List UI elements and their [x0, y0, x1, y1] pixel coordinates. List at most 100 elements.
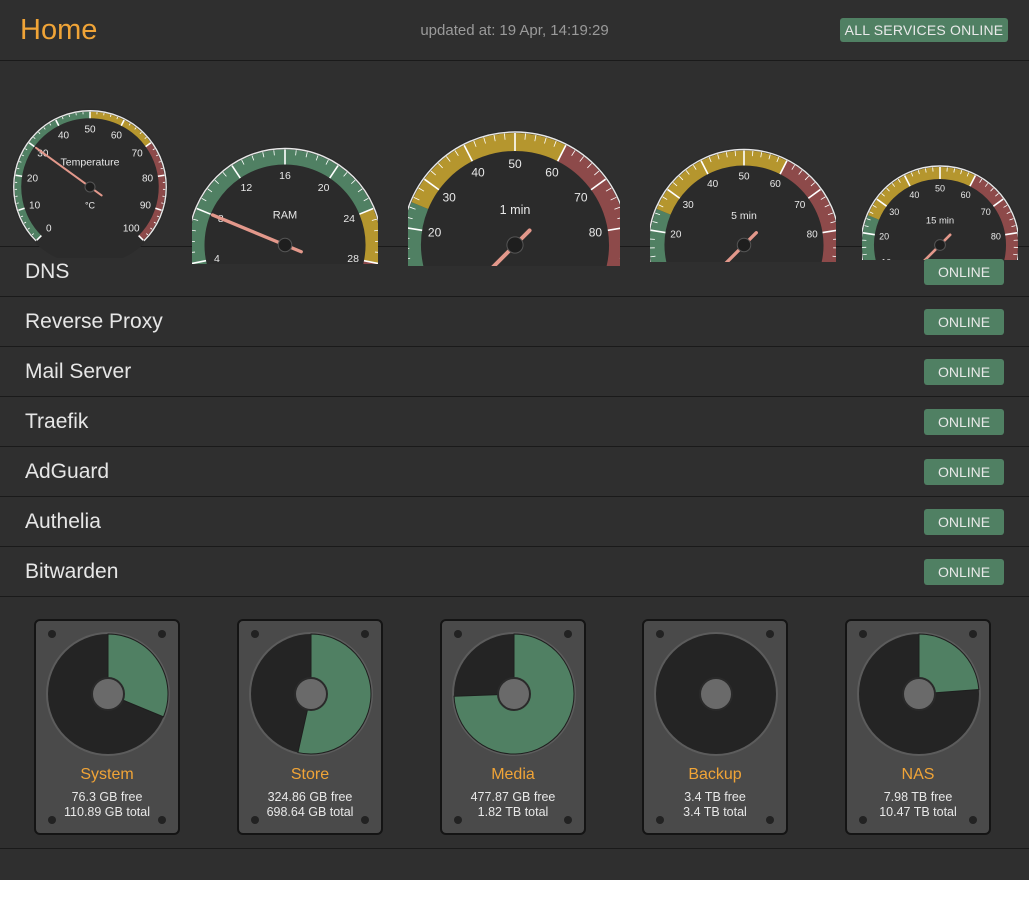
- gauge-panel: 0102030405060708090100Temperature°C 0481…: [0, 61, 1029, 266]
- status-badge: ONLINE: [924, 259, 1004, 285]
- status-badge: ONLINE: [924, 309, 1004, 335]
- disk-name: Store: [290, 766, 330, 783]
- gauge-tick-label: 80: [991, 231, 1001, 241]
- disk-name: NAS: [901, 766, 935, 783]
- service-list: DNS ONLINE Reverse Proxy ONLINE Mail Ser…: [0, 247, 1029, 597]
- gauge-tick-label: 0: [46, 224, 52, 235]
- gauge-tick-label: 70: [981, 207, 991, 217]
- disk-panel: System 76.3 GB free 110.89 GB total Stor…: [0, 598, 1029, 849]
- gauge-label: Temperature: [61, 156, 120, 168]
- screw-icon: [251, 630, 259, 638]
- gauge-label: 1 min: [500, 203, 531, 217]
- service-row-dns[interactable]: DNS ONLINE: [0, 247, 1029, 297]
- spindle: [902, 677, 936, 711]
- screw-icon: [361, 630, 369, 638]
- screw-icon: [859, 630, 867, 638]
- screw-icon: [564, 630, 572, 638]
- gauge-tick-label: 60: [770, 179, 782, 190]
- service-row-mail-server[interactable]: Mail Server ONLINE: [0, 347, 1029, 397]
- gauge-tick-label: 20: [27, 173, 39, 184]
- service-row-reverse-proxy[interactable]: Reverse Proxy ONLINE: [0, 297, 1029, 347]
- gauge-hub: [84, 181, 96, 193]
- spindle: [294, 677, 328, 711]
- disk-card-system[interactable]: System 76.3 GB free 110.89 GB total: [34, 619, 180, 835]
- screw-icon: [48, 630, 56, 638]
- overall-status-badge: ALL SERVICES ONLINE: [840, 18, 1008, 42]
- service-name: DNS: [25, 260, 70, 283]
- gauge-tick-label: 40: [909, 190, 919, 200]
- gauge-tick-label: 70: [132, 148, 144, 159]
- service-row-traefik[interactable]: Traefik ONLINE: [0, 397, 1029, 447]
- load-1min-gauge: 01020304050607080901001 min: [408, 130, 620, 266]
- disk-total: 698.64 GB total: [266, 805, 354, 819]
- disk-card-nas[interactable]: NAS 7.98 TB free 10.47 TB total: [845, 619, 991, 835]
- gauge-tick-label: 40: [707, 179, 719, 190]
- gauge-tick-label: 40: [58, 131, 70, 142]
- temperature-gauge: 0102030405060708090100Temperature°C: [12, 108, 168, 258]
- disk-total: 10.47 TB total: [879, 805, 957, 819]
- gauge-tick-label: 80: [589, 225, 603, 239]
- gauge-major-tick: [15, 174, 23, 178]
- disk-free: 3.4 TB free: [684, 790, 746, 804]
- service-name: Traefik: [25, 410, 89, 433]
- service-name: Bitwarden: [25, 560, 119, 583]
- gauge-tick-label: 50: [508, 157, 522, 171]
- disk-card-media[interactable]: Media 477.87 GB free 1.82 TB total: [440, 619, 586, 835]
- gauge-tick-label: 24: [343, 213, 355, 225]
- screw-icon: [766, 630, 774, 638]
- status-badge: ONLINE: [924, 459, 1004, 485]
- status-badge: ONLINE: [924, 359, 1004, 385]
- gauge-tick-label: 40: [471, 166, 485, 180]
- gauge-tick-label: 60: [961, 190, 971, 200]
- service-name: Authelia: [25, 510, 101, 533]
- gauge-tick-label: 20: [879, 231, 889, 241]
- disk-name: Media: [491, 766, 535, 783]
- disk-total: 110.89 GB total: [64, 805, 150, 819]
- dashboard: Home updated at: 19 Apr, 14:19:29 ALL SER…: [0, 0, 1029, 880]
- service-name: Mail Server: [25, 360, 132, 383]
- service-name: Reverse Proxy: [25, 310, 163, 333]
- status-badge: ONLINE: [924, 559, 1004, 585]
- gauge-minor-tick: [17, 167, 20, 170]
- gauge-tick-label: 50: [738, 172, 750, 183]
- spindle: [91, 677, 125, 711]
- gauge-tick-label: 20: [318, 182, 330, 194]
- gauge-tick-label: 12: [241, 182, 253, 194]
- ram-gauge: 048121620242832RAM: [192, 146, 378, 264]
- disk-card-backup[interactable]: Backup 3.4 TB free 3.4 TB total: [642, 619, 788, 835]
- spindle: [699, 677, 733, 711]
- screw-icon: [158, 630, 166, 638]
- gauge-tick-label: 60: [111, 131, 123, 142]
- last-updated-label: updated at:: [420, 22, 496, 39]
- gauge-tick-label: 20: [428, 225, 442, 239]
- service-name: AdGuard: [25, 460, 110, 483]
- gauge-tick-label: 30: [442, 190, 456, 204]
- status-badge: ONLINE: [924, 409, 1004, 435]
- gauge-unit: °C: [85, 201, 96, 211]
- disk-free: 324.86 GB free: [267, 790, 353, 804]
- gauge-tick-label: 100: [123, 224, 140, 235]
- disk-name: Backup: [688, 766, 742, 783]
- gauge-tick-label: 80: [807, 230, 819, 241]
- gauge-tick-label: 90: [140, 201, 152, 212]
- last-updated-time: 19 Apr, 14:19:29: [499, 22, 609, 39]
- load-15min-gauge: 010203040506070809010015 min: [862, 164, 1018, 260]
- disk-free: 477.87 GB free: [470, 790, 556, 804]
- gauge-minor-tick: [160, 167, 163, 170]
- service-row-authelia[interactable]: Authelia ONLINE: [0, 497, 1029, 547]
- gauge-tick-label: 60: [545, 166, 559, 180]
- gauge-label: 15 min: [926, 215, 954, 226]
- disk-total: 1.82 TB total: [477, 805, 549, 819]
- spindle: [497, 677, 531, 711]
- disk-free: 76.3 GB free: [71, 790, 143, 804]
- disk-card-store[interactable]: Store 324.86 GB free 698.64 GB total: [237, 619, 383, 835]
- gauge-tick-label: 30: [683, 200, 695, 211]
- service-row-bitwarden[interactable]: Bitwarden ONLINE: [0, 547, 1029, 597]
- header-bar: Home updated at: 19 Apr, 14:19:29 ALL SER…: [0, 0, 1029, 61]
- screw-icon: [454, 630, 462, 638]
- gauge-tick-label: 16: [279, 170, 291, 182]
- service-row-adguard[interactable]: AdGuard ONLINE: [0, 447, 1029, 497]
- screw-icon: [656, 630, 664, 638]
- disk-name: System: [80, 766, 134, 783]
- load-5min-gauge: 01020304050607080901005 min: [650, 147, 836, 262]
